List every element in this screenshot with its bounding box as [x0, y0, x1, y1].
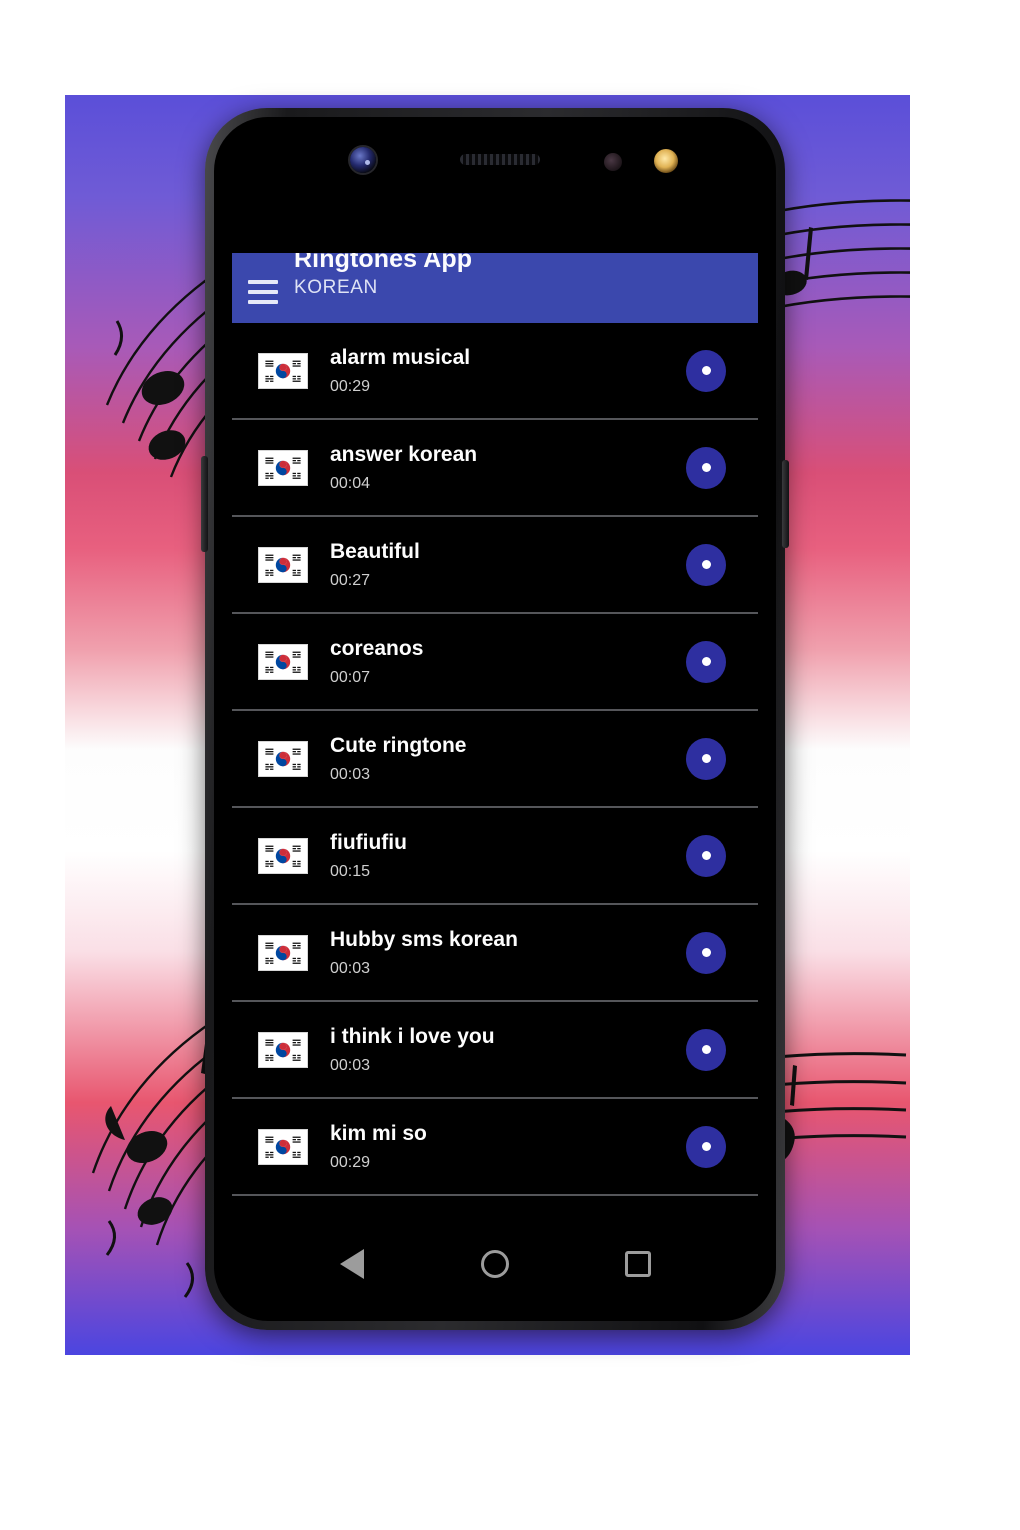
ringtone-title: alarm musical	[330, 345, 471, 369]
ringtone-duration: 00:07	[330, 668, 371, 686]
ringtone-duration: 00:03	[330, 959, 371, 977]
ringtone-title: Beautiful	[330, 539, 420, 563]
play-button[interactable]	[686, 931, 726, 974]
play-button[interactable]	[686, 640, 726, 683]
led-indicator-icon	[654, 149, 678, 173]
ringtone-title: kim mi so	[330, 1121, 427, 1145]
proximity-sensor-icon	[604, 153, 622, 171]
south-korea-flag-icon	[258, 1031, 308, 1068]
list-item-text: Cute ringtone 00:03	[330, 733, 686, 783]
phone-device: Ringtones App KOREAN alarm musical 00:29…	[201, 108, 789, 1330]
front-camera-icon	[350, 147, 376, 173]
ringtone-title: Hubby sms korean	[330, 927, 518, 951]
ringtone-list[interactable]: alarm musical 00:29 answer korean 00:04 …	[232, 323, 758, 1225]
back-triangle-icon[interactable]	[324, 1236, 380, 1292]
app-screen: Ringtones App KOREAN alarm musical 00:29…	[232, 253, 758, 1303]
volume-button[interactable]	[201, 456, 208, 552]
ringtone-duration: 00:29	[330, 1153, 371, 1171]
page-title: Ringtones App	[294, 253, 473, 273]
recents-square-icon[interactable]	[610, 1236, 666, 1292]
play-button[interactable]	[686, 1028, 726, 1071]
list-item-text: alarm musical 00:29	[330, 345, 686, 395]
play-button[interactable]	[686, 543, 726, 586]
list-item[interactable]: alarm musical 00:29	[232, 323, 758, 420]
list-item-text: i think i love you 00:03	[330, 1024, 686, 1074]
hamburger-menu-icon[interactable]	[232, 253, 294, 323]
list-item-text: answer korean 00:04	[330, 442, 686, 492]
list-item[interactable]: fiufiufiu 00:15	[232, 808, 758, 905]
ringtone-duration: 00:03	[330, 1056, 371, 1074]
earpiece-speaker-icon	[460, 154, 540, 165]
play-button[interactable]	[686, 349, 726, 392]
list-item[interactable]: answer korean 00:04	[232, 420, 758, 517]
ringtone-duration: 00:15	[330, 862, 371, 880]
south-korea-flag-icon	[258, 837, 308, 874]
south-korea-flag-icon	[258, 643, 308, 680]
page-subtitle: KOREAN	[294, 277, 378, 298]
play-button[interactable]	[686, 1125, 726, 1168]
phone-screen-area: Ringtones App KOREAN alarm musical 00:29…	[214, 117, 776, 1321]
list-item[interactable]: kim mi so 00:29	[232, 1099, 758, 1196]
ringtone-title: coreanos	[330, 636, 424, 660]
south-korea-flag-icon	[258, 546, 308, 583]
play-button[interactable]	[686, 737, 726, 780]
ringtone-title: fiufiufiu	[330, 830, 407, 854]
south-korea-flag-icon	[258, 740, 308, 777]
sensor-cluster	[214, 117, 776, 209]
app-bar: Ringtones App KOREAN	[232, 253, 758, 323]
south-korea-flag-icon	[258, 1128, 308, 1165]
power-button[interactable]	[782, 460, 789, 548]
list-item[interactable]: Cute ringtone 00:03	[232, 711, 758, 808]
ringtone-duration: 00:04	[330, 474, 371, 492]
ringtone-title: i think i love you	[330, 1024, 495, 1048]
list-item[interactable]: Hubby sms korean 00:03	[232, 905, 758, 1002]
list-item-text: Hubby sms korean 00:03	[330, 927, 686, 977]
ringtone-duration: 00:29	[330, 377, 371, 395]
ringtone-title: answer korean	[330, 442, 478, 466]
south-korea-flag-icon	[258, 934, 308, 971]
list-item[interactable]: i think i love you 00:03	[232, 1002, 758, 1099]
app-bar-titles: Ringtones App KOREAN	[294, 253, 472, 300]
ringtone-duration: 00:03	[330, 765, 371, 783]
list-item[interactable]: coreanos 00:07	[232, 614, 758, 711]
south-korea-flag-icon	[258, 352, 308, 389]
list-item-text: coreanos 00:07	[330, 636, 686, 686]
play-button[interactable]	[686, 446, 726, 489]
list-item-text: kim mi so 00:29	[330, 1121, 686, 1171]
android-nav-bar	[232, 1225, 758, 1303]
ringtone-title: Cute ringtone	[330, 733, 467, 757]
list-item-text: fiufiufiu 00:15	[330, 830, 686, 880]
south-korea-flag-icon	[258, 449, 308, 486]
play-button[interactable]	[686, 834, 726, 877]
list-item-text: Beautiful 00:27	[330, 539, 686, 589]
home-circle-icon[interactable]	[467, 1236, 523, 1292]
list-item[interactable]: Beautiful 00:27	[232, 517, 758, 614]
ringtone-duration: 00:27	[330, 571, 371, 589]
